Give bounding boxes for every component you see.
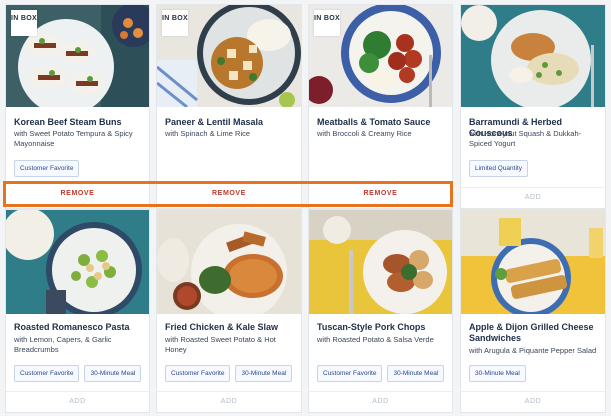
recipe-tags: 30-Minute Meal [469,365,526,382]
recipe-tags: Customer Favorite 30-Minute Meal [165,365,293,382]
recipe-card[interactable]: Fried Chicken & Kale Slaw with Roasted S… [156,209,302,413]
recipe-tags: Customer Favorite [14,160,80,177]
in-box-badge: IN BOX [314,10,340,36]
in-box-badge: IN BOX [11,10,37,36]
recipe-subtitle: with Honeynut Squash & Dukkah-Spiced Yog… [469,129,582,148]
recipe-card[interactable]: IN BOX Paneer & Lentil Masala with Spina… [156,4,302,209]
tag-limited-quantity: Limited Quantity [469,160,528,177]
recipe-tags: Customer Favorite 30-Minute Meal [317,365,445,382]
add-button[interactable]: ADD [157,391,301,412]
recipe-photo: IN BOX [6,5,149,107]
tag-customer-favorite: Customer Favorite [14,160,80,177]
recipe-title[interactable]: Fried Chicken & Kale Slaw [165,322,295,333]
recipe-photo: IN BOX [157,5,301,107]
recipe-photo [157,210,301,314]
recipe-tags: Limited Quantity [469,160,528,177]
recipe-photo [309,210,452,314]
recipe-photo [6,210,149,314]
recipe-subtitle: with Roasted Potato & Salsa Verde [317,335,434,344]
recipe-subtitle: with Roasted Sweet Potato & Hot Honey [165,335,276,354]
recipe-title[interactable]: Apple & Dijon Grilled Cheese Sandwiches [469,322,599,344]
add-button[interactable]: ADD [6,391,149,412]
recipe-title[interactable]: Tuscan-Style Pork Chops [317,322,446,333]
add-button[interactable]: ADD [309,391,452,412]
recipe-subtitle: with Broccoli & Creamy Rice [317,129,412,138]
tag-30-minute-meal: 30-Minute Meal [84,365,142,382]
recipe-title[interactable]: Roasted Romanesco Pasta [14,322,143,333]
recipe-title[interactable]: Korean Beef Steam Buns [14,117,143,128]
recipe-tags: Customer Favorite 30-Minute Meal [14,365,142,382]
recipe-card[interactable]: IN BOX Meatballs & Tomato Sauce with Bro… [308,4,453,209]
in-box-badge: IN BOX [162,10,188,36]
recipe-photo [461,5,605,107]
recipe-card[interactable]: Barramundi & Herbed Couscous with Honeyn… [460,4,606,209]
recipe-subtitle: with Spinach & Lime Rice [165,129,251,138]
tag-customer-favorite: Customer Favorite [14,365,80,382]
remove-button[interactable]: REMOVE [6,183,149,204]
add-button[interactable]: ADD [461,187,605,208]
recipe-card[interactable]: Apple & Dijon Grilled Cheese Sandwiches … [460,209,606,413]
tag-customer-favorite: Customer Favorite [317,365,383,382]
recipe-photo: IN BOX [309,5,452,107]
remove-button[interactable]: REMOVE [309,183,452,204]
recipe-card[interactable]: IN BOX Korean Beef Steam Buns with Sweet… [5,4,150,209]
remove-button[interactable]: REMOVE [157,183,301,204]
tag-30-minute-meal: 30-Minute Meal [387,365,445,382]
tag-customer-favorite: Customer Favorite [165,365,231,382]
recipe-subtitle: with Arugula & Piquante Pepper Salad [469,346,597,355]
recipe-card[interactable]: Tuscan-Style Pork Chops with Roasted Pot… [308,209,453,413]
recipe-subtitle: with Lemon, Capers, & Garlic Breadcrumbs [14,335,112,354]
recipe-grid: IN BOX Korean Beef Steam Buns with Sweet… [0,0,611,416]
tag-30-minute-meal: 30-Minute Meal [235,365,293,382]
recipe-card[interactable]: Roasted Romanesco Pasta with Lemon, Cape… [5,209,150,413]
recipe-subtitle: with Sweet Potato Tempura & Spicy Mayonn… [14,129,133,148]
tag-30-minute-meal: 30-Minute Meal [469,365,526,382]
recipe-title[interactable]: Paneer & Lentil Masala [165,117,295,128]
recipe-title[interactable]: Meatballs & Tomato Sauce [317,117,446,128]
recipe-photo [461,210,605,314]
add-button[interactable]: ADD [461,391,605,412]
